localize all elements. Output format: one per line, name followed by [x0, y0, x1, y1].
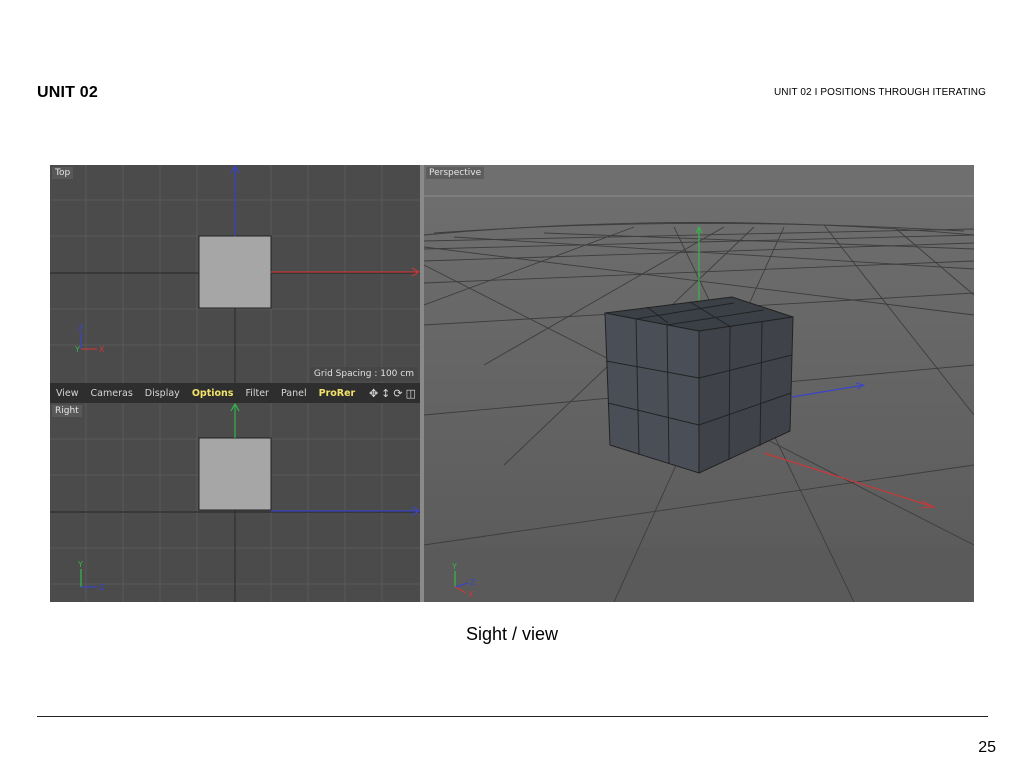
svg-text:Z: Z	[470, 578, 476, 587]
svg-text:Y: Y	[77, 560, 83, 569]
menu-prorender[interactable]: ProRer	[313, 388, 362, 399]
menu-display[interactable]: Display	[139, 388, 186, 399]
toggle-layout-icon[interactable]: ◫	[406, 387, 416, 400]
right-viewport[interactable]: Y Z Right	[50, 403, 420, 602]
menu-panel[interactable]: Panel	[275, 388, 313, 399]
menu-cameras[interactable]: Cameras	[85, 388, 139, 399]
right-viewport-label: Right	[52, 405, 82, 417]
right-axis-gizmo: Y Z	[77, 560, 105, 592]
menu-filter[interactable]: Filter	[239, 388, 275, 399]
slide-header-left: UNIT 02	[37, 84, 98, 101]
page-number: 25	[978, 739, 996, 756]
cube-right-projection[interactable]	[198, 437, 272, 511]
app-screenshot: Z X Y Top Grid Spacing : 100 cm View Cam…	[50, 165, 974, 602]
top-axis-gizmo: Z X Y	[74, 324, 105, 354]
footer-rule	[37, 716, 988, 717]
top-viewport-label: Top	[52, 167, 74, 179]
svg-text:Z: Z	[99, 583, 105, 592]
cube-top-projection[interactable]	[198, 235, 272, 309]
slide-header-right: UNIT 02 I POSITIONS THROUGH ITERATING	[773, 87, 986, 98]
grid-spacing-readout: Grid Spacing : 100 cm	[309, 367, 418, 381]
svg-text:Y: Y	[74, 345, 80, 354]
top-viewport[interactable]: Z X Y Top Grid Spacing : 100 cm	[50, 165, 420, 383]
slide-caption: Sight / view	[465, 624, 559, 644]
perspective-viewport-canvas: Y Z X	[424, 165, 974, 602]
menu-options[interactable]: Options	[186, 388, 240, 399]
svg-text:Z: Z	[78, 324, 84, 333]
top-viewport-canvas: Z X Y	[50, 165, 420, 383]
svg-text:X: X	[468, 590, 474, 599]
svg-text:Y: Y	[451, 562, 457, 571]
viewport-menu-bar: View Cameras Display Options Filter Pane…	[50, 383, 420, 403]
move-view-icon[interactable]: ✥	[369, 387, 378, 400]
svg-text:X: X	[99, 345, 105, 354]
menu-view[interactable]: View	[50, 388, 85, 399]
dolly-view-icon[interactable]: ↕	[381, 387, 390, 400]
perspective-viewport-label: Perspective	[426, 167, 485, 179]
view-tool-icons: ✥ ↕ ⟳ ◫	[369, 387, 420, 400]
right-viewport-canvas: Y Z	[50, 403, 420, 602]
perspective-viewport[interactable]: Y Z X Perspective	[424, 165, 974, 602]
rotate-view-icon[interactable]: ⟳	[393, 387, 402, 400]
